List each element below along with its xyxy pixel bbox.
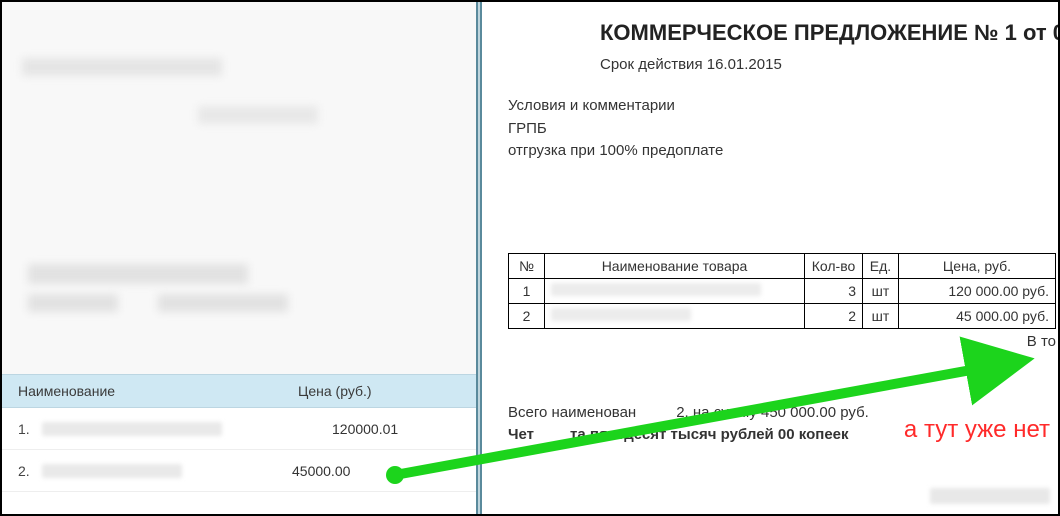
left-table-header: Наименование Цена (руб.) (2, 374, 476, 408)
conditions-heading: Условия и комментарии (508, 95, 1058, 118)
conditions-line: ГРПБ (508, 118, 1058, 141)
cell-num: 1 (509, 278, 545, 303)
left-col-price: Цена (руб.) (298, 383, 460, 399)
cell-price: 45 000.00 руб. (899, 303, 1056, 328)
col-price: Цена, руб. (899, 253, 1056, 278)
document-title: КОММЕРЧЕСКОЕ ПРЕДЛОЖЕНИЕ № 1 от 09 (600, 20, 1058, 46)
col-name: Наименование товара (545, 253, 805, 278)
cell-price: 120 000.00 руб. (899, 278, 1056, 303)
left-col-name: Наименование (18, 383, 298, 399)
conditions-block: Условия и комментарии ГРПБ отгрузка при … (508, 95, 1058, 163)
table-row[interactable]: 1. 120000.01 (2, 408, 476, 450)
cell-qty: 3 (805, 278, 863, 303)
left-row-price: 45000.00 (182, 463, 460, 479)
annotation-text: а тут уже нет (904, 416, 1050, 444)
document-preview: КОММЕРЧЕСКОЕ ПРЕДЛОЖЕНИЕ № 1 от 09 Срок … (482, 2, 1058, 514)
left-row-price: 120000.01 (222, 421, 460, 437)
cell-num: 2 (509, 303, 545, 328)
col-unit: Ед. (863, 253, 899, 278)
left-row-name-blurred (42, 464, 182, 478)
left-row-num: 1. (18, 421, 42, 437)
cell-unit: шт (863, 303, 899, 328)
table-row[interactable]: 2. 45000.00 (2, 450, 476, 492)
document-validity: Срок действия 16.01.2015 (600, 56, 1058, 73)
col-num: № (509, 253, 545, 278)
total-note: В то (508, 333, 1056, 350)
signature-blurred (930, 488, 1050, 504)
cell-name-blurred (545, 303, 805, 328)
left-row-num: 2. (18, 463, 42, 479)
left-items-table: Наименование Цена (руб.) 1. 120000.01 2.… (2, 374, 476, 514)
cell-qty: 2 (805, 303, 863, 328)
offer-table-header: № Наименование товара Кол-во Ед. Цена, р… (509, 253, 1056, 278)
left-panel: Наименование Цена (руб.) 1. 120000.01 2.… (2, 2, 476, 514)
offer-table: № Наименование товара Кол-во Ед. Цена, р… (508, 253, 1056, 329)
col-qty: Кол-во (805, 253, 863, 278)
cell-name-blurred (545, 278, 805, 303)
table-row: 1 3 шт 120 000.00 руб. (509, 278, 1056, 303)
table-row: 2 2 шт 45 000.00 руб. (509, 303, 1056, 328)
left-row-name-blurred (42, 422, 222, 436)
conditions-line: отгрузка при 100% предоплате (508, 140, 1058, 163)
cell-unit: шт (863, 278, 899, 303)
